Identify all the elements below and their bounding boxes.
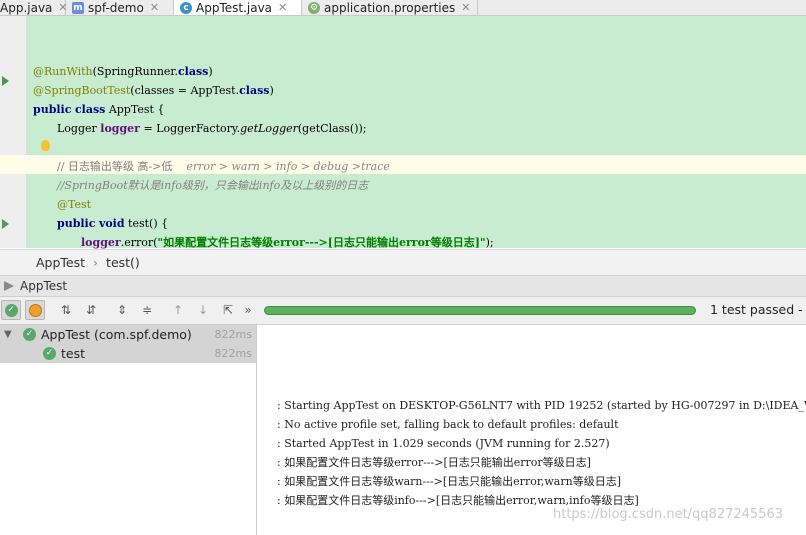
watermark: https://blog.csdn.net/qq827245563 xyxy=(553,507,784,522)
previous-failed-button[interactable]: ↑ xyxy=(168,300,188,320)
tree-item-apptest[interactable]: ▼ ✓ AppTest (com.spf.demo) 822ms xyxy=(0,325,256,344)
expand-all-icon: ⇕ xyxy=(116,303,128,317)
test-tree: ▼ ✓ AppTest (com.spf.demo) 822ms ✓ test … xyxy=(0,325,257,535)
console-line: : Started AppTest in 1.029 seconds (JVM … xyxy=(277,437,610,450)
code-line-4: Logger logger = LoggerFactory.getLogger(… xyxy=(57,122,367,135)
show-ignored-button[interactable] xyxy=(25,300,45,320)
tab-label: AppTest.java xyxy=(196,0,273,15)
expand-all-button[interactable]: ⇕ xyxy=(112,300,132,320)
test-progress-bar xyxy=(264,306,696,315)
breadcrumb: AppTest › test() xyxy=(0,249,806,276)
check-circle-icon: ✓ xyxy=(43,347,56,360)
chevron-down-icon[interactable]: ▼ xyxy=(4,325,12,344)
close-icon[interactable]: ✕ xyxy=(278,1,287,14)
next-failed-button[interactable]: ↓ xyxy=(193,300,213,320)
code-line-1: @RunWith(SpringRunner.class) xyxy=(33,65,213,78)
tree-item-duration: 822ms xyxy=(214,347,252,360)
class-icon: c xyxy=(180,1,192,14)
code-line-5: // 日志输出等级 高->低 error > warn > info > deb… xyxy=(57,160,390,173)
code-line-8: public void test() { xyxy=(57,217,169,230)
code-line-6: //SpringBoot默认是info级别，只会输出info及以上级别的日志 xyxy=(57,179,369,192)
tab-label: spf-demo xyxy=(88,0,144,15)
tab-label: application.properties xyxy=(324,0,456,15)
sort-az-icon: ⇅ xyxy=(60,303,72,317)
export-results-button[interactable]: ⇱ xyxy=(218,300,238,320)
tab-application-properties[interactable]: ⚙ application.properties ✕ xyxy=(302,0,478,15)
console-line: : 如果配置文件日志等级error--->[日志只能输出error等级日志] xyxy=(277,456,591,469)
sort-by-duration-button[interactable]: ⇵ xyxy=(81,300,101,320)
editor-gutter xyxy=(0,16,27,248)
check-circle-icon: ✓ xyxy=(23,328,36,341)
breadcrumb-class[interactable]: AppTest xyxy=(36,255,85,270)
run-config-title[interactable]: AppTest xyxy=(20,279,67,293)
test-status-text: 1 test passed - 8 xyxy=(710,302,806,317)
close-icon[interactable]: ✕ xyxy=(461,1,470,14)
console-line: : No active profile set, falling back to… xyxy=(277,418,619,431)
ignored-icon xyxy=(28,303,42,317)
code-editor[interactable]: @RunWith(SpringRunner.class) @SpringBoot… xyxy=(0,16,806,249)
code-line-3: public class AppTest { xyxy=(33,103,165,116)
run-test-icon[interactable] xyxy=(2,219,9,229)
console-line: : Starting AppTest on DESKTOP-G56LNT7 wi… xyxy=(277,399,806,412)
more-actions-button[interactable]: » xyxy=(238,300,258,320)
tree-item-label: test xyxy=(61,346,86,361)
tab-app-java[interactable]: App.java ✕ xyxy=(0,0,68,15)
run-icon xyxy=(4,281,14,291)
code-line-7: @Test xyxy=(57,198,92,211)
sort-duration-icon: ⇵ xyxy=(85,303,97,317)
sort-alphabetically-button[interactable]: ⇅ xyxy=(56,300,76,320)
properties-icon: ⚙ xyxy=(308,1,320,14)
close-icon[interactable]: ✕ xyxy=(150,1,159,14)
tree-item-label: AppTest (com.spf.demo) xyxy=(41,327,192,342)
arrow-up-icon: ↑ xyxy=(172,303,184,317)
editor-tab-bar: App.java ✕ m spf-demo ✕ c AppTest.java ✕… xyxy=(0,0,806,16)
tab-label: App.java xyxy=(0,0,53,15)
run-panel-header: AppTest xyxy=(0,276,806,297)
maven-icon: m xyxy=(72,1,84,14)
console-line: : 如果配置文件日志等级warn--->[日志只能输出error,warn等级日… xyxy=(277,475,621,488)
tree-item-duration: 822ms xyxy=(214,328,252,341)
collapse-all-icon: ≑ xyxy=(141,303,153,317)
tree-item-test[interactable]: ✓ test 822ms xyxy=(0,344,256,363)
run-class-icon[interactable] xyxy=(2,76,9,86)
console-output[interactable]: : Starting AppTest on DESKTOP-G56LNT7 wi… xyxy=(257,325,806,535)
export-icon: ⇱ xyxy=(222,303,234,317)
collapse-all-button[interactable]: ≑ xyxy=(137,300,157,320)
lightbulb-icon[interactable] xyxy=(41,140,50,151)
tab-spf-demo[interactable]: m spf-demo ✕ xyxy=(66,0,174,15)
arrow-down-icon: ↓ xyxy=(197,303,209,317)
tab-apptest-java[interactable]: c AppTest.java ✕ xyxy=(174,0,302,15)
chevron-right-icon: › xyxy=(93,255,99,270)
check-circle-icon: ✓ xyxy=(4,303,18,317)
double-chevron-right-icon: » xyxy=(244,303,252,317)
code-line-2: @SpringBootTest(classes = AppTest.class) xyxy=(33,84,274,97)
show-passed-button[interactable]: ✓ xyxy=(1,300,21,320)
breadcrumb-method[interactable]: test() xyxy=(106,255,140,270)
